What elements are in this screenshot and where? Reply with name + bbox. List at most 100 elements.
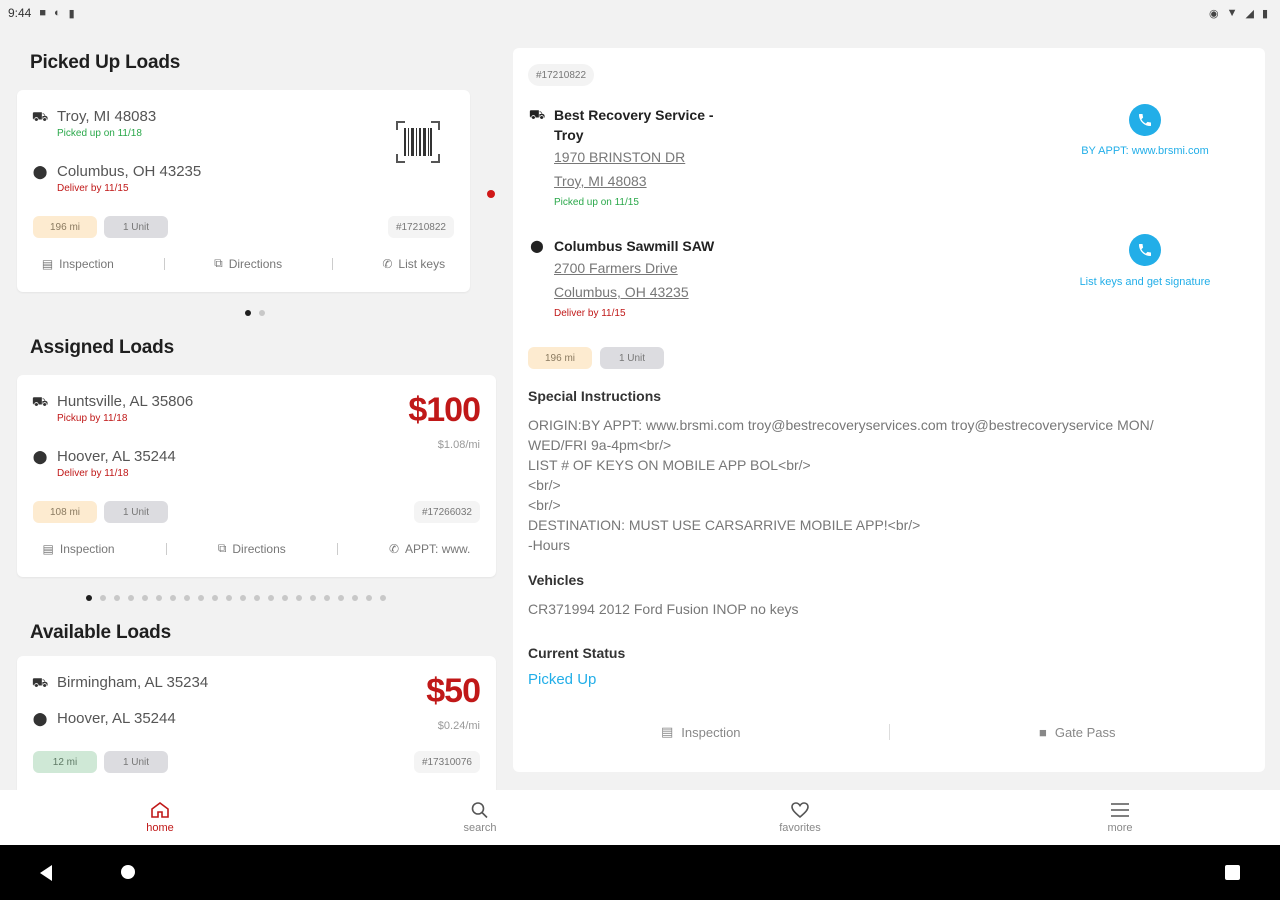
current-status-value[interactable]: Picked Up (528, 671, 596, 688)
destination-address-line1[interactable]: 2700 Farmers Drive (554, 256, 714, 280)
directions-icon: ⧉ (217, 541, 227, 555)
units-chip: 1 Unit (104, 216, 168, 238)
pager-dot[interactable] (245, 310, 251, 316)
inspection-button[interactable]: ▤ Inspection (42, 257, 114, 271)
pager-dot[interactable] (282, 595, 288, 601)
origin-row: ⛟ Troy, MI 48083 Picked up on 11/18 (31, 108, 156, 139)
truck-icon: ⛟ (31, 675, 49, 690)
assigned-pager[interactable] (86, 595, 386, 601)
nav-favorites[interactable]: favorites (640, 790, 960, 845)
origin-city: Birmingham, AL 35234 (57, 674, 209, 691)
picked-up-load-card[interactable]: ⛟ Troy, MI 48083 Picked up on 11/18 ⬤ Co… (17, 90, 470, 292)
origin-call-button[interactable] (1129, 104, 1161, 136)
recent-apps-icon[interactable] (1225, 865, 1240, 880)
home-button-icon[interactable] (121, 865, 135, 879)
notification-icon: ■ (39, 7, 47, 19)
bottom-navigation: home search favorites more (0, 790, 1280, 845)
pager-dot[interactable] (240, 595, 246, 601)
list-keys-button[interactable]: ✆ List keys (382, 257, 445, 271)
current-status-label: Current Status (528, 645, 626, 661)
nav-more[interactable]: more (960, 790, 1280, 845)
detail-origin: ⛟ Best Recovery Service - Troy 1970 BRIN… (528, 105, 714, 208)
truck-icon: ⛟ (528, 107, 546, 122)
pager-dot[interactable] (380, 595, 386, 601)
pager-dot[interactable] (310, 595, 316, 601)
units-chip: 1 Unit (104, 751, 168, 773)
destination-row: ⬤ Hoover, AL 35244 (31, 710, 176, 728)
origin-status: Pickup by 11/18 (57, 413, 128, 424)
detail-miles-chip: 196 mi (528, 347, 592, 369)
origin-address-line2[interactable]: Troy, MI 48083 (554, 169, 714, 193)
status-time: 9:44 (8, 6, 32, 20)
pager-dot[interactable] (184, 595, 190, 601)
pager-dot[interactable] (100, 595, 106, 601)
destination-status: Deliver by 11/15 (554, 308, 626, 319)
detail-inspection-button[interactable]: ▤ Inspection (513, 724, 889, 740)
phone-icon: ✆ (382, 256, 393, 271)
pager-dot[interactable] (114, 595, 120, 601)
pager-dot[interactable] (268, 595, 274, 601)
pager-dot[interactable] (170, 595, 176, 601)
app-icon: ◐ (54, 7, 61, 19)
load-number: #17266032 (413, 501, 480, 523)
pager-dot[interactable] (254, 595, 260, 601)
pager-dot[interactable] (352, 595, 358, 601)
pager-dot[interactable] (296, 595, 302, 601)
pager-dot[interactable] (86, 595, 92, 601)
barcode-scan-icon[interactable] (395, 120, 441, 164)
directions-icon: ⧉ (214, 256, 223, 270)
back-icon[interactable] (38, 864, 54, 882)
destination-city: Columbus, OH 43235 (57, 163, 202, 180)
origin-status: Picked up on 11/18 (57, 128, 142, 139)
destination-name: Columbus Sawmill SAW (554, 238, 715, 254)
battery-icon: ▮ (1261, 7, 1268, 20)
pager-dot[interactable] (142, 595, 148, 601)
nav-search[interactable]: search (320, 790, 640, 845)
pager-dot[interactable] (128, 595, 134, 601)
destination-call-text[interactable]: List keys and get signature (1045, 276, 1245, 288)
load-number: #17310076 (413, 751, 480, 773)
destination-address-line2[interactable]: Columbus, OH 43235 (554, 280, 714, 304)
appointment-button[interactable]: ✆ APPT: www. (389, 542, 470, 556)
destination-city: Hoover, AL 35244 (57, 710, 176, 727)
home-icon (151, 802, 169, 818)
pin-icon: ⬤ (530, 239, 544, 253)
picked-up-pager[interactable] (245, 310, 265, 316)
clipboard-icon: ▤ (41, 256, 54, 271)
card-actions: ▤ Inspection ⧉ Directions ✆ APPT: www. (17, 541, 496, 556)
directions-button[interactable]: ⧉ Directions (218, 541, 286, 556)
available-load-card[interactable]: ⛟ Birmingham, AL 35234 ⬤ Hoover, AL 3524… (17, 656, 496, 790)
pager-dot[interactable] (156, 595, 162, 601)
destination-city: Hoover, AL 35244 (57, 448, 176, 465)
wifi-icon: ▼ (1226, 7, 1238, 19)
signal-icon: ◢ (1245, 7, 1254, 20)
price-per-mile: $1.08/mi (437, 439, 480, 451)
directions-button[interactable]: ⧉ Directions (214, 256, 282, 271)
gate-pass-button[interactable]: ■ Gate Pass (890, 725, 1266, 740)
selected-indicator (487, 190, 495, 198)
inspection-button[interactable]: ▤ Inspection (43, 542, 115, 556)
pager-dot[interactable] (198, 595, 204, 601)
pager-dot[interactable] (212, 595, 218, 601)
pager-dot[interactable] (338, 595, 344, 601)
pager-dot[interactable] (259, 310, 265, 316)
origin-address-line1[interactable]: 1970 BRINSTON DR (554, 145, 714, 169)
sd-card-icon: ▮ (68, 7, 75, 20)
destination-call-button[interactable] (1129, 234, 1161, 266)
pin-icon: ⬤ (32, 449, 48, 464)
menu-icon (1111, 803, 1129, 817)
detail-destination: ⬤ Columbus Sawmill SAW 2700 Farmers Driv… (528, 236, 714, 319)
origin-name-2: Troy (554, 127, 584, 143)
pager-dot[interactable] (226, 595, 232, 601)
section-title-available: Available Loads (30, 622, 171, 643)
miles-chip: 12 mi (33, 751, 97, 773)
origin-call-text[interactable]: BY APPT: www.brsmi.com (1045, 145, 1245, 157)
assigned-load-card[interactable]: ⛟ Huntsville, AL 35806 Pickup by 11/18 ⬤… (17, 375, 496, 577)
truck-icon: ⛟ (31, 109, 49, 124)
detail-units-chip: 1 Unit (600, 347, 664, 369)
pager-dot[interactable] (324, 595, 330, 601)
card-actions: ▤ Inspection ⧉ Directions ✆ List keys (17, 256, 470, 271)
pager-dot[interactable] (366, 595, 372, 601)
destination-status: Deliver by 11/18 (57, 468, 129, 479)
nav-home[interactable]: home (0, 790, 320, 845)
